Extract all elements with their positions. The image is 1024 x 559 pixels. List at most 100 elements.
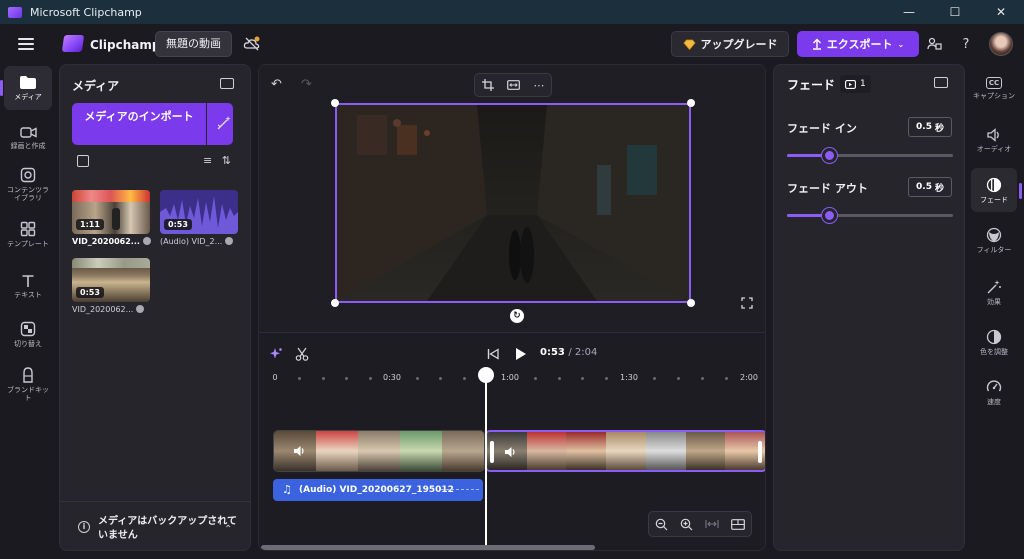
skip-to-start-icon[interactable] [487, 348, 499, 360]
select-all-checkbox[interactable] [77, 155, 89, 167]
resize-handle-top-left[interactable] [331, 99, 339, 107]
rnav-effects[interactable]: 効果 [971, 270, 1017, 314]
menu-icon[interactable] [18, 38, 34, 50]
rnav-filters-label: フィルター [976, 245, 1012, 254]
video-clip-2-selected[interactable] [485, 430, 765, 472]
active-tab-indicator [1019, 183, 1022, 199]
media-item-label: VID_2020062... [72, 237, 151, 246]
nav-content-library[interactable]: コンテンツライブラリ [4, 162, 52, 206]
ruler-tick-label: 0 [272, 373, 278, 382]
media-item-label: VID_2020062... [72, 305, 145, 314]
ruler-tick-mark [345, 377, 349, 380]
rnav-audio-label: オーディオ [976, 144, 1012, 153]
magic-wand-icon[interactable] [216, 115, 232, 131]
rnav-filters[interactable]: フィルター [971, 218, 1017, 262]
fade-out-slider-thumb[interactable] [821, 208, 837, 223]
nav-media[interactable]: メディア [0, 66, 52, 110]
info-icon: i [78, 521, 90, 533]
split-scissors-icon[interactable] [295, 347, 309, 361]
ruler-tick-mark [581, 377, 585, 380]
minimize-button[interactable]: — [886, 0, 932, 24]
cloud-sync-off-icon[interactable] [243, 36, 261, 52]
fullscreen-icon[interactable] [741, 297, 753, 309]
fade-properties-panel: フェード 1 フェード イン 0.5 秒 フェード アウト 0.5 秒 [773, 64, 965, 551]
filter-icon[interactable]: ≡ [203, 154, 212, 167]
ruler-tick-label: 1:00 [501, 373, 519, 382]
nav-templates[interactable]: テンプレート [4, 212, 52, 256]
fade-in-value-input[interactable]: 0.5 秒 [908, 117, 952, 137]
resize-handle-bottom-left[interactable] [331, 299, 339, 307]
ai-sparkle-icon[interactable] [269, 347, 283, 361]
rnav-color-adjust[interactable]: 色を調整 [971, 320, 1017, 364]
fade-in-slider-thumb[interactable] [821, 148, 837, 163]
clip-audio-icon[interactable] [292, 444, 306, 458]
timeline: 0:53 / 2:04 0 0:30 1:00 1:30 2:00 ♫ (Aud… [259, 332, 765, 550]
media-panel-title: メディア [72, 79, 120, 93]
maximize-button[interactable]: ☐ [932, 0, 978, 24]
more-options-icon[interactable]: ⋯ [533, 79, 544, 92]
user-avatar[interactable] [989, 32, 1013, 56]
upgrade-button[interactable]: アップグレード [671, 31, 789, 57]
video-clip-1[interactable] [273, 430, 485, 472]
resize-handle-top-right[interactable] [687, 99, 695, 107]
fit-icon[interactable] [507, 80, 520, 90]
diamond-icon [682, 39, 696, 50]
rotate-icon[interactable]: ↻ [510, 309, 524, 323]
filter-sort-controls: ≡ ⇅ [203, 154, 231, 167]
nav-transitions[interactable]: 切り替え [4, 312, 52, 356]
timeline-horizontal-scrollbar[interactable] [261, 545, 595, 550]
nav-record-create[interactable]: 録画と作成 [4, 116, 52, 160]
rnav-speed[interactable]: 速度 [971, 370, 1017, 414]
fit-timeline-icon[interactable] [705, 519, 719, 529]
sort-icon[interactable]: ⇅ [222, 154, 231, 167]
rnav-captions[interactable]: CC キャプション [971, 66, 1017, 110]
audio-clip[interactable]: ♫ (Audio) VID_20200627_195012 [273, 479, 483, 501]
share-people-icon[interactable] [924, 34, 944, 54]
video-camera-icon [19, 127, 37, 138]
clip-trim-handle-right[interactable] [758, 441, 762, 463]
chevron-down-icon: ⌄ [897, 39, 905, 49]
collapse-panel-icon[interactable] [934, 77, 948, 88]
close-button[interactable]: ✕ [978, 0, 1024, 24]
rnav-fade[interactable]: フェード [971, 168, 1017, 212]
timeline-layout-icon[interactable] [731, 518, 745, 530]
ruler-tick-mark [298, 377, 302, 380]
nav-transitions-label: 切り替え [14, 339, 42, 348]
rnav-fade-label: フェード [980, 195, 1008, 204]
redo-button[interactable]: ↷ [301, 77, 312, 92]
media-duration-badge: 0:53 [164, 219, 192, 230]
left-navigation: メディア 録画と作成 コンテンツライブラリ テンプレート テキスト 切り替え ブ… [0, 64, 56, 559]
timeline-ruler[interactable]: 0 0:30 1:00 1:30 2:00 [259, 373, 765, 393]
nav-text[interactable]: テキスト [4, 264, 52, 308]
zoom-out-icon[interactable] [655, 518, 668, 531]
brand-name: Clipchamp [90, 38, 161, 52]
window-title: Microsoft Clipchamp [30, 5, 142, 19]
undo-button[interactable]: ↶ [271, 77, 282, 92]
fade-in-slider[interactable] [787, 148, 953, 163]
nav-brand-kit[interactable]: ブランドキット [4, 362, 52, 406]
project-title[interactable]: 無題の動画 [155, 31, 232, 57]
clip-audio-icon[interactable] [503, 445, 517, 459]
fade-out-slider[interactable] [787, 208, 953, 223]
media-thumbnail-video-2[interactable]: 0:53 [72, 258, 150, 302]
upload-icon [812, 38, 821, 50]
import-media-button[interactable]: メディアのインポート [72, 103, 206, 145]
resize-handle-bottom-right[interactable] [687, 299, 695, 307]
help-icon[interactable]: ? [956, 34, 976, 54]
upgrade-label: アップグレード [700, 38, 778, 51]
fade-out-value-input[interactable]: 0.5 秒 [908, 177, 952, 197]
rnav-audio[interactable]: オーディオ [971, 118, 1017, 162]
clip-trim-handle-left[interactable] [490, 441, 494, 463]
playhead-handle[interactable] [478, 367, 494, 383]
collapse-panel-icon[interactable] [220, 78, 234, 89]
zoom-in-icon[interactable] [680, 518, 693, 531]
fade-out-value: 0.5 [916, 182, 932, 192]
export-button[interactable]: エクスポート ⌄ [797, 31, 919, 57]
video-canvas[interactable] [335, 103, 691, 303]
crop-icon[interactable] [481, 79, 494, 91]
media-thumbnail-video-1[interactable]: 1:11 [72, 190, 150, 234]
play-icon[interactable] [514, 347, 527, 361]
fade-icon [986, 177, 1002, 192]
chevron-up-icon[interactable]: ⌃ [224, 524, 232, 535]
media-thumbnail-audio[interactable]: 0:53 [160, 190, 238, 234]
